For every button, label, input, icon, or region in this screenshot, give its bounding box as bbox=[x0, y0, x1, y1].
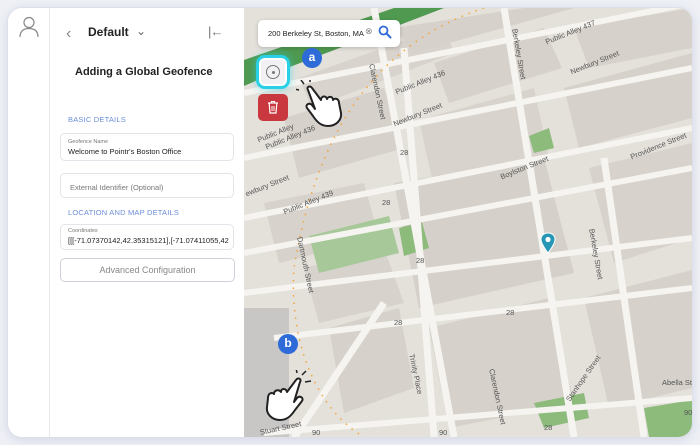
clear-search-icon[interactable]: ⊗ bbox=[365, 26, 373, 37]
panel-header: ‹ Default ⌄ |← bbox=[50, 22, 244, 44]
road-number: 90 bbox=[439, 428, 448, 437]
trash-icon bbox=[268, 100, 278, 114]
user-profile-icon[interactable] bbox=[19, 16, 39, 38]
map-canvas[interactable]: Public Alley 437 Newbury Street Public A… bbox=[244, 8, 692, 437]
map-search-input[interactable]: 200 Berkeley St, Boston, MA bbox=[268, 29, 366, 38]
coordinates-label: Coordinates bbox=[68, 228, 98, 234]
road-number: 28 bbox=[394, 318, 403, 327]
back-chevron-icon[interactable]: ‹ bbox=[66, 25, 71, 43]
road-number: 28 bbox=[544, 423, 553, 432]
road-number: 90 bbox=[312, 428, 321, 437]
workspace-selector[interactable]: Default bbox=[88, 25, 129, 39]
coordinates-field[interactable]: Coordinates [[[-71.07370142,42.35315121]… bbox=[60, 224, 234, 250]
delete-geofence-button[interactable] bbox=[258, 94, 288, 121]
geofence-name-label: Geofence Name bbox=[68, 139, 109, 145]
location-pin-icon[interactable] bbox=[540, 232, 556, 254]
road-number: 90 bbox=[684, 408, 692, 417]
road-number: 28 bbox=[506, 308, 515, 317]
left-rail bbox=[8, 8, 50, 437]
geofence-name-value: Welcome to Pointr's Boston Office bbox=[68, 147, 182, 156]
callout-badge-b: b bbox=[278, 334, 298, 354]
basic-details-header: BASIC DETAILS bbox=[68, 115, 126, 124]
location-details-header: LOCATION AND MAP DETAILS bbox=[68, 208, 180, 217]
street-label: Abella St bbox=[662, 378, 692, 387]
external-identifier-placeholder: External Identifier (Optional) bbox=[70, 183, 164, 192]
road-number: 28 bbox=[400, 148, 409, 157]
callout-badge-a: a bbox=[302, 48, 322, 68]
road-number: 28 bbox=[382, 198, 391, 207]
page-title: Adding a Global Geofence bbox=[75, 66, 213, 78]
map-search-box[interactable]: 200 Berkeley St, Boston, MA ⊗ bbox=[258, 20, 400, 47]
coordinates-value: [[[-71.07370142,42.35315121],[-71.074110… bbox=[68, 236, 229, 245]
pointing-hand-icon bbox=[265, 370, 312, 421]
circle-center-icon bbox=[271, 70, 275, 74]
geofence-name-field[interactable]: Geofence Name Welcome to Pointr's Boston… bbox=[60, 133, 234, 161]
collapse-panel-icon[interactable]: |← bbox=[208, 24, 223, 39]
road-number: 28 bbox=[416, 256, 425, 265]
app-window: ‹ Default ⌄ |← Adding a Global Geofence … bbox=[8, 8, 692, 437]
pointing-hand-icon bbox=[296, 80, 343, 127]
geofence-panel: ‹ Default ⌄ |← Adding a Global Geofence … bbox=[50, 8, 244, 437]
chevron-down-icon[interactable]: ⌄ bbox=[136, 24, 146, 38]
search-icon[interactable] bbox=[378, 25, 392, 39]
advanced-configuration-button[interactable]: Advanced Configuration bbox=[60, 258, 235, 282]
draw-circle-geofence-button[interactable] bbox=[259, 58, 287, 86]
external-identifier-field[interactable]: External Identifier (Optional) bbox=[60, 173, 234, 198]
